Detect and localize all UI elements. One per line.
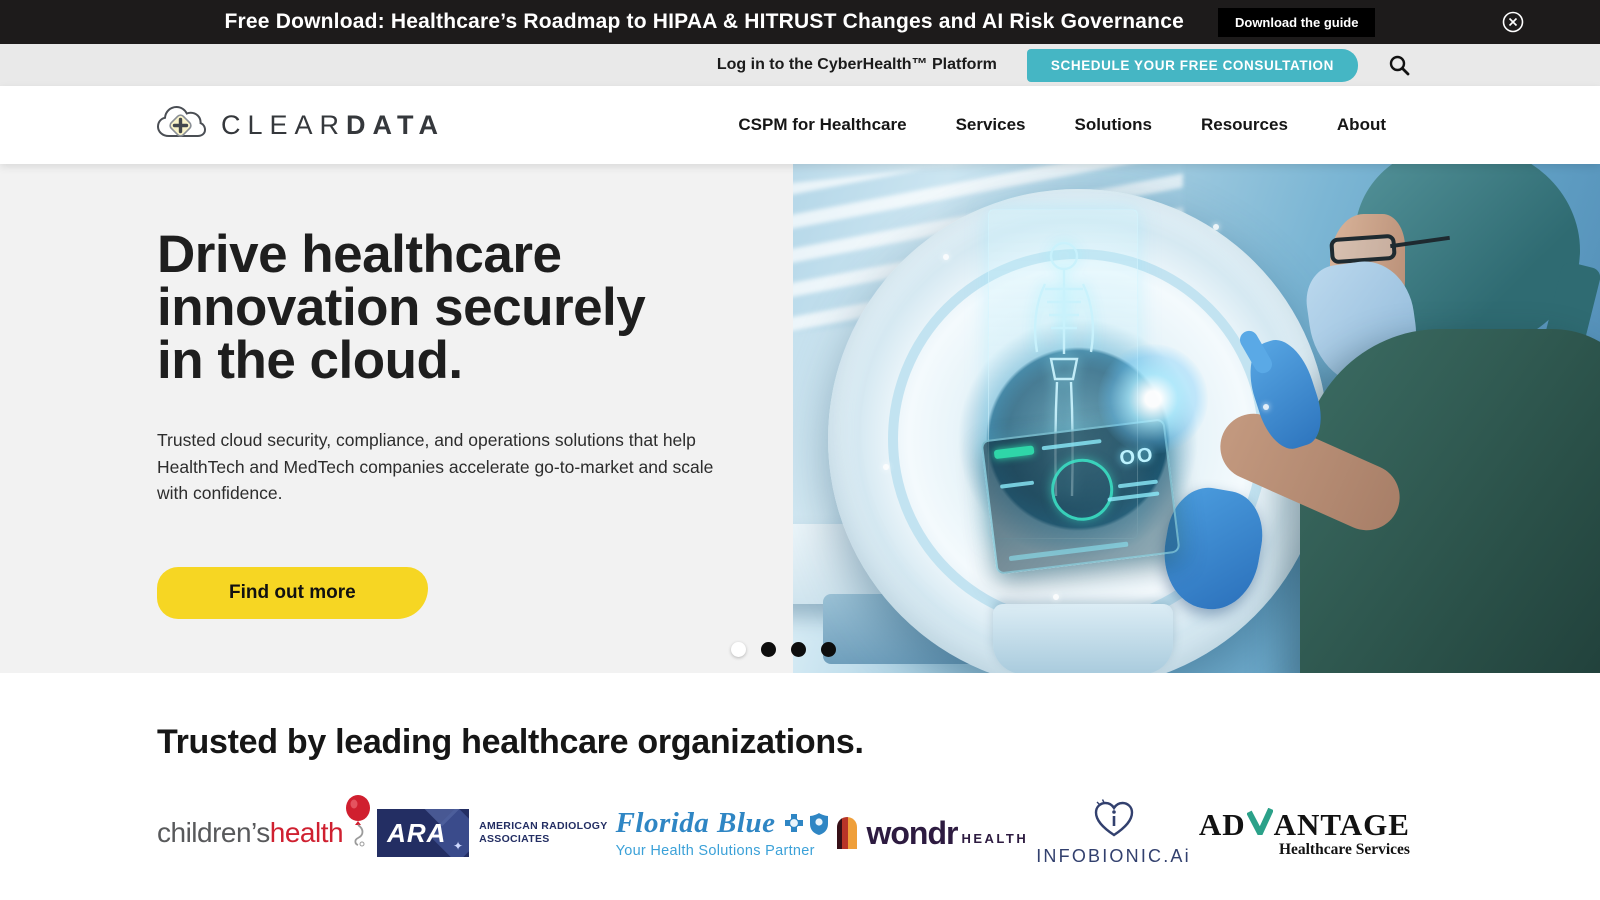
ara-name-line2: ASSOCIATES — [479, 833, 607, 846]
advantage-wordmark: AD ANTAGE — [1199, 807, 1410, 843]
utility-bar: Log in to the CyberHealth™ Platform SCHE… — [0, 44, 1600, 86]
florida-blue-tagline: Your Health Solutions Partner — [616, 843, 815, 859]
ara-name: AMERICAN RADIOLOGY ASSOCIATES — [479, 820, 607, 846]
tablet-progress-bar — [1009, 542, 1129, 562]
download-guide-button[interactable]: Download the guide — [1218, 8, 1376, 37]
carousel-dots — [731, 642, 836, 657]
wondr-arch-icon — [837, 817, 857, 849]
promo-banner-text: Free Download: Healthcare’s Roadmap to H… — [225, 10, 1184, 34]
advantage-tagline: Healthcare Services — [1279, 841, 1410, 859]
blue-shield-icon — [809, 812, 829, 836]
carousel-dot-1[interactable] — [731, 642, 746, 657]
advantage-pre: AD — [1199, 807, 1246, 843]
tablet-line — [1107, 491, 1159, 501]
particle — [1053, 594, 1059, 600]
childrens-health-gray-text: children’s — [157, 817, 270, 849]
scanner-pedestal — [993, 604, 1173, 673]
partner-logo-advantage: AD ANTAGE Healthcare Services — [1199, 807, 1410, 859]
carousel-dot-3[interactable] — [791, 642, 806, 657]
particle — [883, 464, 889, 470]
trusted-heading: Trusted by leading healthcare organizati… — [157, 723, 864, 762]
advantage-post: ANTAGE — [1274, 807, 1410, 843]
partner-logo-row: children’shealth ARA ✦ AMERICAN RADIOLO — [157, 793, 1410, 873]
touch-glow — [1098, 344, 1208, 454]
florida-blue-name: Florida Blue — [616, 807, 776, 840]
cleardata-logo[interactable]: CLEARDATA — [155, 103, 445, 148]
carousel-dot-2[interactable] — [761, 642, 776, 657]
infobionic-name: INFOBIONIC.Ai — [1036, 846, 1191, 867]
hero-image-ct-scanner: OO — [793, 164, 1600, 673]
particle — [943, 254, 949, 260]
cloud-plus-icon — [155, 103, 207, 148]
main-nav: CLEARDATA CSPM for Healthcare Services S… — [0, 86, 1600, 164]
schedule-consultation-button[interactable]: SCHEDULE YOUR FREE CONSULTATION — [1027, 49, 1358, 82]
ara-badge: ARA ✦ — [377, 809, 469, 857]
trusted-section: Trusted by leading healthcare organizati… — [0, 673, 1600, 900]
partner-logo-ara: ARA ✦ AMERICAN RADIOLOGY ASSOCIATES — [377, 809, 607, 857]
glasses — [1329, 234, 1397, 265]
hero-paragraph: Trusted cloud security, compliance, and … — [157, 427, 717, 507]
check-v-icon — [1247, 807, 1273, 843]
nav-item-about[interactable]: About — [1337, 115, 1386, 135]
heart-icon — [1092, 799, 1136, 844]
partner-logo-childrens-health: children’shealth — [157, 817, 369, 849]
brand-data: DATA — [346, 110, 445, 140]
partner-logo-infobionic: INFOBIONIC.Ai — [1036, 799, 1191, 867]
banner-close-icon[interactable] — [1502, 11, 1524, 33]
bcbs-cross-shield-icons — [783, 812, 829, 836]
ara-abbr: ARA — [387, 818, 446, 849]
find-out-more-button[interactable]: Find out more — [157, 567, 428, 619]
tablet-status-pill — [994, 445, 1035, 459]
tablet-line — [1042, 439, 1102, 450]
partner-logo-florida-blue: Florida Blue Your Health Solutions Partn… — [616, 807, 830, 859]
nav-item-resources[interactable]: Resources — [1201, 115, 1288, 135]
blue-cross-icon — [783, 812, 805, 836]
ara-name-line1: AMERICAN RADIOLOGY — [479, 820, 607, 833]
nav-item-cspm[interactable]: CSPM for Healthcare — [738, 115, 906, 135]
particle — [1263, 404, 1269, 410]
hero-section: Drive healthcare innovation securely in … — [0, 164, 1600, 673]
tablet-line — [1000, 481, 1034, 489]
clinician-figure — [1250, 164, 1600, 673]
brand-clear: CLEAR — [221, 110, 346, 140]
carousel-dot-4[interactable] — [821, 642, 836, 657]
wondr-name: wondr — [866, 815, 957, 852]
wondr-suffix: HEALTH — [961, 831, 1028, 846]
search-icon[interactable] — [1388, 54, 1410, 76]
partner-logo-wondr-health: wondr HEALTH — [837, 815, 1028, 852]
hero-heading: Drive healthcare innovation securely in … — [157, 228, 757, 387]
hero-copy: Drive healthcare innovation securely in … — [157, 228, 757, 619]
brand-wordmark: CLEARDATA — [221, 110, 445, 141]
tablet-gauge-ring — [1048, 455, 1117, 524]
nav-item-services[interactable]: Services — [956, 115, 1026, 135]
nav-item-solutions[interactable]: Solutions — [1075, 115, 1152, 135]
promo-banner: Free Download: Healthcare’s Roadmap to H… — [0, 0, 1600, 44]
tablet-line — [1118, 479, 1158, 488]
particle — [1213, 224, 1219, 230]
login-link[interactable]: Log in to the CyberHealth™ Platform — [717, 56, 997, 74]
star-icon: ✦ — [453, 839, 463, 853]
nav-menu: CSPM for Healthcare Services Solutions R… — [738, 115, 1386, 135]
balloon-icon — [341, 795, 375, 852]
childrens-health-red-text: health — [270, 817, 343, 849]
